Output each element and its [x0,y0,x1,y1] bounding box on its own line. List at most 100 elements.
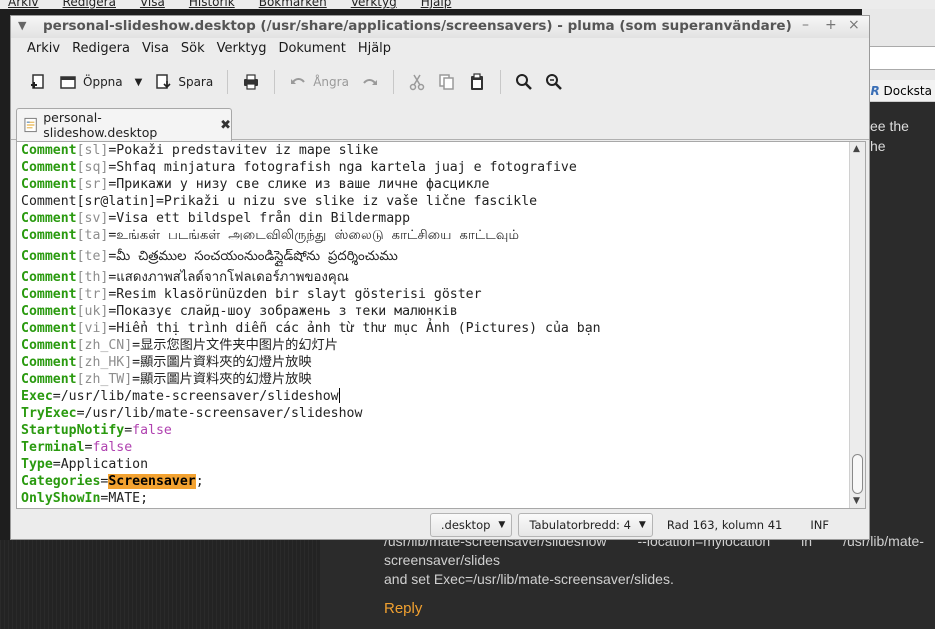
reply-link[interactable]: Reply [384,600,422,617]
undo-icon [291,78,306,84]
copy-button[interactable] [432,67,462,97]
line-value: Application [60,457,149,472]
text-file-icon [24,117,37,133]
code-line: Comment[uk]=Показує слайд-шоу зображень … [21,303,601,320]
page-side-text: ee the he [870,118,909,154]
maximize-button[interactable]: + [825,17,837,33]
menu-item[interactable]: Arkiv [21,38,66,60]
print-button[interactable] [236,67,266,97]
line-value: 显示您图片文件夹中图片的幻灯片 [140,338,338,353]
redo-button[interactable] [355,67,385,97]
line-locale: [sr] [76,177,109,192]
save-button[interactable]: Spara [148,67,219,97]
scroll-up-icon[interactable]: ▲ [853,144,860,154]
browser-page-left-area [0,540,320,629]
line-key: Exec [21,389,53,404]
scrollbar-thumb[interactable] [852,454,863,494]
document-tab[interactable]: personal-slideshow.desktop ✖ [16,108,232,141]
code-line: OnlyShowIn=MATE; [21,490,601,507]
copy-icon [439,74,454,90]
line-equals: = [132,355,141,370]
browser-menu-item[interactable]: Hjälp [421,0,452,9]
toolbar-separator [499,70,501,94]
line-locale: [sq] [76,160,109,175]
line-locale: [zh_CN] [76,338,133,353]
line-key: Comment [21,338,77,353]
toolbar-separator [274,70,276,94]
menu-item[interactable]: Sök [175,38,211,60]
browser-menu-item[interactable]: Arkiv [8,0,39,9]
close-button[interactable]: × [848,17,860,33]
code-line: Comment[zh_TW]=顯示圖片資料夾的幻燈片放映 [21,371,601,388]
code-line: Comment[tr]=Resim klasörünüzden bir slay… [21,286,601,303]
line-key: OnlyShowIn [21,491,101,506]
document-tabstrip: personal-slideshow.desktop ✖ [11,104,869,141]
line-key: Comment [21,321,77,336]
code-line: Comment[ta]=உங்கள் படங்கள் அடைவிலிருந்து… [21,227,601,244]
line-locale: [th] [76,270,109,285]
browser-menu-item[interactable]: Redigera [63,0,116,9]
code-line: Comment[te]=మీ చిత్రముల సంచయంనుండిస్లైడ్… [21,244,601,269]
window-title: personal-slideshow.desktop (/usr/share/a… [43,18,792,34]
new-document-button[interactable] [23,67,53,97]
text-cursor [338,388,340,403]
line-value: MATE; [108,491,149,506]
replace-button[interactable] [539,67,569,97]
code-line: Comment[th]=แสดงภาพสไลด์จากโฟลเดอร์ภาพขอ… [21,269,601,286]
save-icon [156,74,171,89]
search-button[interactable] [509,67,539,97]
new-document-icon [31,74,44,89]
line-value: Hiển thị trình diễn các ảnh từ thư mục Ả… [116,321,601,336]
line-value: false [92,440,133,455]
line-suffix: ; [195,474,204,489]
line-value: Pokaži predstavitev iz mape slike [116,143,379,158]
line-key: Comment [21,287,77,302]
toolbar: Öppna ▼ Spara Ångra [11,62,869,102]
open-recent-dropdown[interactable]: ▼ [129,67,149,97]
open-button[interactable]: Öppna [53,67,129,97]
line-value: /usr/lib/mate-screensaver/slideshow [60,389,339,404]
menu-item[interactable]: Hjälp [352,38,397,60]
line-equals: = [52,389,61,404]
language-selector[interactable]: .desktop ▼ [429,513,513,537]
tab-close-icon[interactable]: ✖ [220,118,231,133]
line-key: Type [21,457,53,472]
line-key: Comment [21,304,77,319]
vertical-scrollbar[interactable]: ▲ ▼ [849,142,865,508]
line-locale: [sv] [76,211,109,226]
browser-menubar: Arkiv Redigera Visa Historik Bokmärken Verkty… [0,0,935,9]
minimize-button[interactable]: – [802,17,809,33]
chevron-down-icon: ▼ [134,76,143,88]
menu-item[interactable]: Dokument [272,38,351,60]
redo-icon [363,79,377,85]
browser-menu-item[interactable]: Bokmärken [259,0,327,9]
line-value: Shfaq minjatura fotografish nga kartela … [116,160,577,175]
undo-button[interactable]: Ångra [283,67,355,97]
menu-item[interactable]: Visa [136,38,175,60]
scroll-down-icon[interactable]: ▼ [853,496,860,506]
window-titlebar[interactable]: ▼ personal-slideshow.desktop (/usr/share… [11,16,869,38]
line-key: TryExec [21,406,77,421]
cursor-position: Rad 163, kolumn 41 [666,518,783,532]
browser-menu-item[interactable]: Historik [189,0,235,9]
browser-menu-item[interactable]: Visa [140,0,165,9]
line-value: Resim klasörünüzden bir slayt gösterisi … [116,287,482,302]
menu-item[interactable]: Verktyg [211,38,273,60]
line-value: แสดงภาพสไลด์จากโฟลเดอร์ภาพของคุณ [116,270,349,285]
menu-item[interactable]: Redigera [66,38,136,60]
line-value: మీ చిత్రముల సంచయంనుండిస్లైడ్‌షోను ప్రదర్… [116,249,398,264]
tab-width-value: Tabulatorbredd: 4 [529,518,631,532]
browser-url-bar[interactable] [868,46,935,70]
cut-button[interactable] [402,67,432,97]
text-editor[interactable]: Comment[sl]=Pokaži predstavitev iz mape … [16,141,866,509]
browser-menu-item[interactable]: Verktyg [351,0,397,9]
browser-bookmark-item[interactable]: IR Docksta [862,80,935,102]
code-content: Comment[sl]=Pokaži predstavitev iz mape … [21,142,601,507]
line-key: Terminal [21,440,85,455]
page-comment-text: /usr/lib/mate-screensaver/slideshow --lo… [384,533,924,587]
line-key: Comment [21,270,77,285]
code-line: Comment[sl]=Pokaži predstavitev iz mape … [21,142,601,159]
window-menu-icon[interactable]: ▼ [18,19,26,32]
tab-width-selector[interactable]: Tabulatorbredd: 4 ▼ [518,513,653,537]
paste-button[interactable] [462,67,492,97]
